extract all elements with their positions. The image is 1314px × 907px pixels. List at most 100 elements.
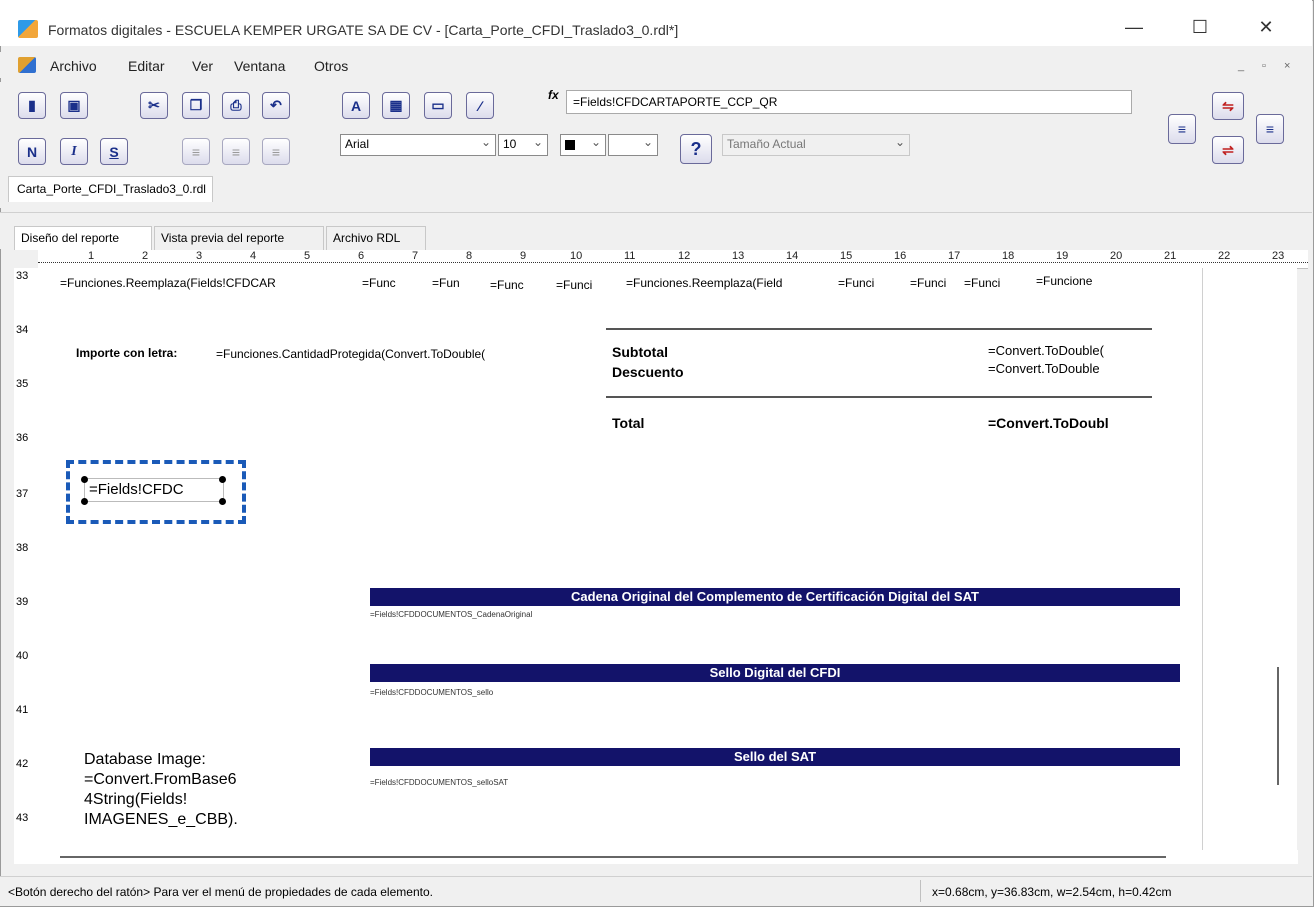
sello-cfdi-field[interactable]: =Fields!CFDDOCUMENTOS_sello [370,688,493,697]
maximize-button[interactable]: ☐ [1180,12,1220,42]
sello-sat-field[interactable]: =Fields!CFDDOCUMENTOS_selloSAT [370,778,508,787]
status-hint: <Botón derecho del ratón> Para ver el me… [8,885,433,899]
layout-icon[interactable]: ≡ [1168,114,1196,144]
resize-handle[interactable] [219,476,226,483]
selected-textbox-text: =Fields!CFDC [89,481,184,498]
ruler-mark: 17 [948,250,961,262]
fx-label: fx [548,88,559,102]
line-icon[interactable]: ∕ [466,92,494,119]
fill-color-select[interactable]: ⌄ [608,134,658,156]
horizontal-scrollbar[interactable] [14,850,1298,864]
chevron-down-icon: ⌄ [532,135,543,149]
mdi-restore-button[interactable]: ▫ [1262,60,1266,72]
horizontal-ruler: 1 2 3 4 5 6 7 8 9 10 11 12 13 14 15 16 1… [38,250,1308,269]
rectangle-icon[interactable]: ▭ [424,92,452,119]
chevron-down-icon: ⌄ [642,135,653,149]
importe-label[interactable]: Importe con letra: [76,346,177,360]
ruler-mark: 35 [16,378,29,390]
menu-ventana[interactable]: Ventana [234,58,285,74]
field-textbox[interactable]: =Funciones.Reemplaza(Field [626,276,782,290]
zoom-select[interactable]: Tamaño Actual ⌄ [722,134,910,156]
field-textbox[interactable]: =Funci [964,276,1000,290]
ruler-mark: 1 [88,250,95,262]
mdi-close-button[interactable]: × [1284,60,1290,72]
formula-input[interactable]: =Fields!CFDCARTAPORTE_CCP_QR [566,90,1132,114]
divider-line[interactable] [606,328,1152,330]
help-button[interactable]: ? [680,134,712,164]
vertical-ruler: 33 34 35 36 37 38 39 40 41 42 43 [14,268,39,864]
textbox-icon[interactable]: A [342,92,370,119]
cadena-original-header[interactable]: Cadena Original del Complemento de Certi… [370,588,1180,606]
font-select[interactable]: Arial ⌄ [340,134,496,156]
underline-button[interactable]: S [100,138,128,165]
app-icon [18,20,38,38]
align-right-icon[interactable]: ≡ [262,138,290,165]
total-label[interactable]: Total [612,415,644,431]
italic-button[interactable]: I [60,138,88,165]
open-icon[interactable]: ▮ [18,92,46,119]
field-textbox[interactable]: =Func [362,276,396,290]
ruler-mark: 33 [16,270,29,282]
bold-button[interactable]: N [18,138,46,165]
menu-archivo[interactable]: Archivo [50,58,97,74]
descuento-label[interactable]: Descuento [612,364,684,380]
font-size-select[interactable]: 10 ⌄ [498,134,548,156]
menu-ver[interactable]: Ver [192,58,213,74]
menu-editar[interactable]: Editar [128,58,165,74]
mdi-minimize-button[interactable]: _ [1238,60,1244,72]
sello-sat-header[interactable]: Sello del SAT [370,748,1180,766]
font-color-select[interactable]: ⌄ [560,134,606,156]
field-textbox[interactable]: =Funci [838,276,874,290]
undo-icon[interactable]: ↶ [262,92,290,119]
align-center-icon[interactable]: ≡ [222,138,250,165]
tab-diseno[interactable]: Diseño del reporte [14,226,152,250]
paste-icon[interactable]: ⎙ [222,92,250,119]
ruler-mark: 20 [1110,250,1123,262]
subtotal-label[interactable]: Subtotal [612,344,668,360]
resize-handle[interactable] [81,476,88,483]
align-left-icon[interactable]: ≡ [182,138,210,165]
divider-line[interactable] [606,396,1152,398]
properties-icon[interactable]: ≡ [1256,114,1284,144]
resize-handle[interactable] [81,498,88,505]
tab-archivo-rdl[interactable]: Archivo RDL [326,226,426,250]
save-icon[interactable]: ▣ [60,92,88,119]
importe-field[interactable]: =Funciones.CantidadProtegida(Convert.ToD… [216,347,485,361]
database-image[interactable]: Database Image: =Convert.FromBase6 4Stri… [84,750,238,830]
selected-textbox[interactable]: =Fields!CFDC [84,478,224,502]
menu-otros[interactable]: Otros [314,58,348,74]
subtotal-field[interactable]: =Convert.ToDouble( [988,343,1104,358]
cadena-original-field[interactable]: =Fields!CFDDOCUMENTOS_CadenaOriginal [370,610,532,619]
font-size-value: 10 [503,137,517,151]
file-tab[interactable]: Carta_Porte_CFDI_Traslado3_0.rdl [8,176,213,202]
ruler-mark: 15 [840,250,853,262]
ruler-mark: 8 [466,250,473,262]
descuento-field[interactable]: =Convert.ToDouble [988,361,1100,376]
tab-vista-previa[interactable]: Vista previa del reporte [154,226,324,250]
group-icon[interactable]: ⇋ [1212,92,1244,120]
field-textbox[interactable]: =Funci [556,278,592,292]
ruler-mark: 2 [142,250,149,262]
ruler-mark: 18 [1002,250,1015,262]
database-image-line: Database Image: [84,751,206,768]
ungroup-icon[interactable]: ⇌ [1212,136,1244,164]
sello-cfdi-header[interactable]: Sello Digital del CFDI [370,664,1180,682]
field-textbox[interactable]: =Fun [432,276,460,290]
minimize-button[interactable]: — [1114,12,1154,42]
vertical-scrollbar[interactable] [1277,667,1279,785]
ruler-mark: 3 [196,250,203,262]
resize-handle[interactable] [219,498,226,505]
scroll-thumb[interactable] [60,856,1166,858]
ruler-mark: 5 [304,250,311,262]
field-textbox[interactable]: =Funci [910,276,946,290]
field-textbox[interactable]: =Funciones.Reemplaza(Fields!CFDCAR [60,276,276,290]
cut-icon[interactable]: ✂ [140,92,168,119]
close-button[interactable]: ✕ [1246,12,1286,42]
image-icon[interactable]: ▦ [382,92,410,119]
field-textbox[interactable]: =Func [490,278,524,292]
ruler-mark: 36 [16,432,29,444]
ruler-mark: 39 [16,596,29,608]
copy-icon[interactable]: ❐ [182,92,210,119]
field-textbox[interactable]: =Funcione [1036,274,1092,288]
total-field[interactable]: =Convert.ToDoubl [988,415,1109,431]
